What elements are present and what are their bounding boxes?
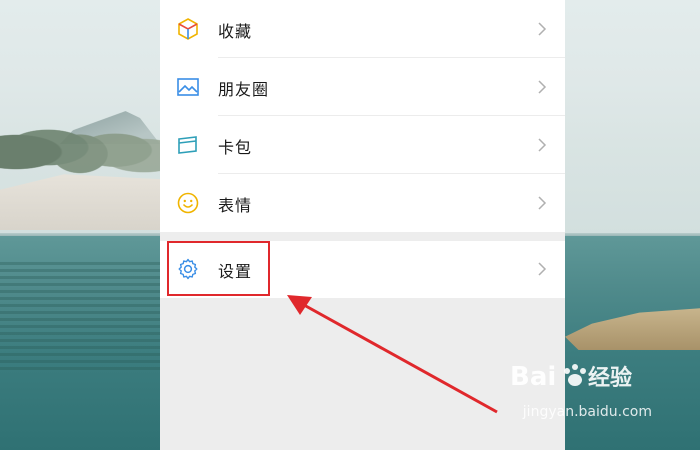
menu-item-label: 卡包 bbox=[218, 138, 253, 157]
menu-item-stickers[interactable]: 表情 bbox=[160, 174, 565, 232]
smile-icon bbox=[177, 192, 199, 214]
chevron-right-icon bbox=[538, 196, 547, 210]
watermark-url: jingyan.baidu.com bbox=[522, 404, 652, 420]
menu-item-label: 朋友圈 bbox=[218, 80, 270, 99]
card-icon bbox=[178, 136, 197, 154]
menu-panel: 收藏 朋友圈 卡包 表情 设置 bbox=[160, 0, 565, 450]
menu-item-label: 收藏 bbox=[218, 22, 253, 41]
baidu-paw-logo: Bai 经验 bbox=[510, 362, 632, 392]
chevron-right-icon bbox=[538, 262, 547, 276]
chevron-right-icon bbox=[538, 80, 547, 94]
water-reflection bbox=[0, 260, 160, 370]
menu-item-card-wallet[interactable]: 卡包 bbox=[160, 116, 565, 174]
svg-text:经验: 经验 bbox=[588, 365, 632, 391]
svg-text:Bai: Bai bbox=[510, 362, 556, 391]
watermark: Bai 经验 jingyan.baidu.com bbox=[510, 362, 690, 436]
menu-item-moments[interactable]: 朋友圈 bbox=[160, 58, 565, 116]
menu-item-label: 表情 bbox=[218, 196, 253, 215]
cube-icon bbox=[178, 18, 198, 40]
watermark-logo: Bai 经验 bbox=[510, 357, 650, 398]
highlight-box bbox=[167, 241, 270, 296]
tree-line bbox=[0, 98, 160, 188]
chevron-right-icon bbox=[538, 138, 547, 152]
menu-card: 收藏 朋友圈 卡包 表情 bbox=[160, 0, 565, 232]
image-icon bbox=[177, 78, 199, 96]
menu-item-favorites[interactable]: 收藏 bbox=[160, 0, 565, 58]
chevron-right-icon bbox=[538, 22, 547, 36]
